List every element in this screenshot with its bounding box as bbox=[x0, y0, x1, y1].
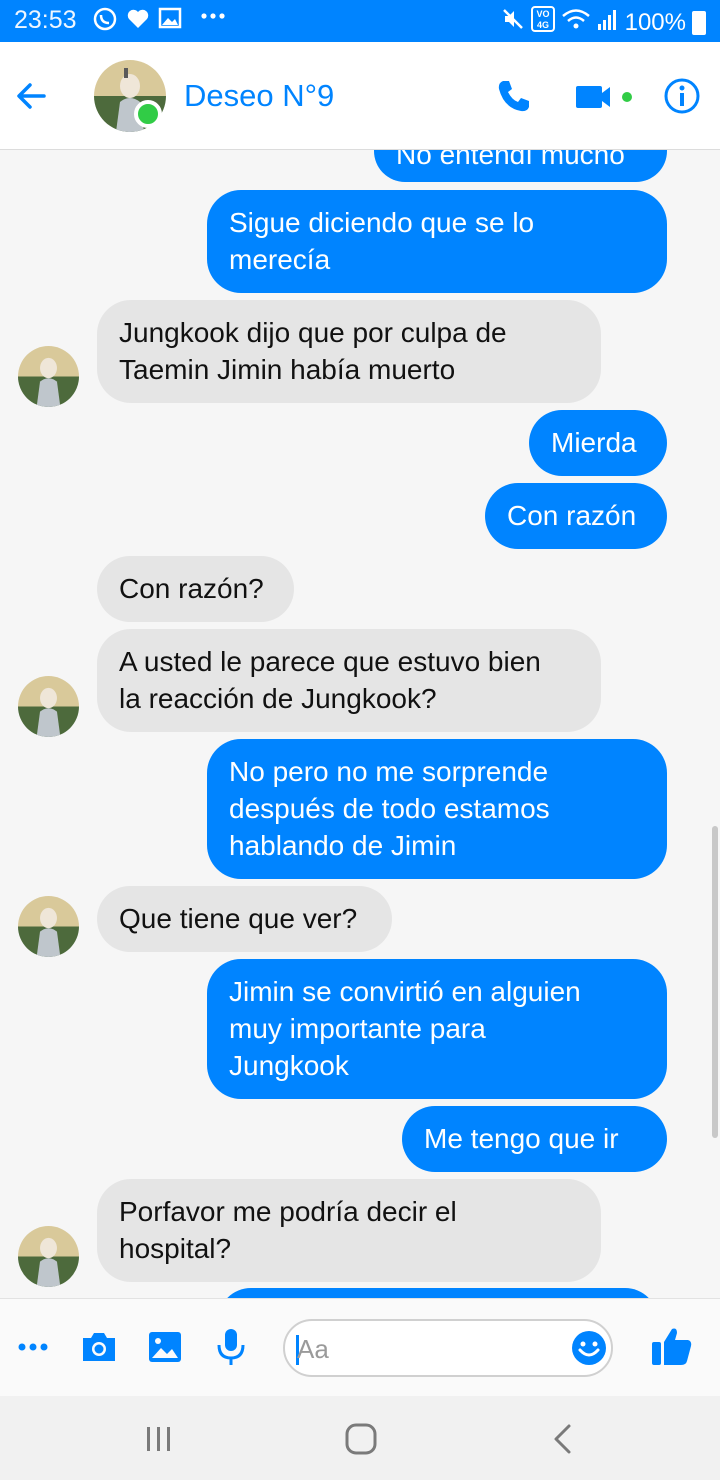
phone-call-icon[interactable] bbox=[494, 76, 534, 121]
message-outgoing[interactable]: No entendí mucho bbox=[374, 150, 667, 182]
wifi-icon bbox=[561, 7, 591, 38]
video-call-icon[interactable] bbox=[574, 76, 640, 121]
message-text: Me tengo que ir bbox=[424, 1123, 619, 1154]
whatsapp-icon bbox=[92, 6, 118, 37]
message-outgoing-partial[interactable] bbox=[218, 1288, 658, 1298]
microphone-icon[interactable] bbox=[214, 1327, 248, 1372]
message-text: A usted le parece que estuvo bien bbox=[119, 646, 541, 677]
message-text: Porfavor me podría decir el bbox=[119, 1196, 457, 1227]
status-right: VO 4G 100% bbox=[501, 6, 706, 39]
sender-avatar[interactable] bbox=[18, 896, 79, 957]
system-nav-bar bbox=[0, 1396, 720, 1480]
scrollbar[interactable] bbox=[712, 826, 718, 1138]
message-text: hospital? bbox=[119, 1233, 232, 1264]
signal-icon bbox=[597, 7, 619, 38]
message-incoming[interactable]: Con razón? bbox=[97, 556, 294, 622]
heart-icon bbox=[126, 6, 150, 37]
message-text: Con razón bbox=[507, 500, 637, 531]
conversation-header: Deseo N°9 bbox=[0, 42, 720, 150]
thumbs-up-icon[interactable] bbox=[650, 1325, 694, 1372]
svg-text:VO: VO bbox=[536, 9, 549, 19]
message-text: después de todo estamos bbox=[229, 793, 550, 824]
message-incoming[interactable]: Jungkook dijo que por culpa de Taemin Ji… bbox=[97, 300, 601, 403]
message-text: No entendí mucho bbox=[396, 150, 625, 170]
message-list[interactable]: No entendí mucho Sigue diciendo que se l… bbox=[0, 150, 720, 1298]
gallery-icon[interactable] bbox=[147, 1329, 183, 1370]
message-incoming[interactable]: A usted le parece que estuvo bien la rea… bbox=[97, 629, 601, 732]
mute-icon bbox=[501, 7, 525, 38]
message-input[interactable] bbox=[297, 1331, 557, 1367]
message-text: Jungkook dijo que por culpa de bbox=[119, 317, 507, 348]
message-outgoing[interactable]: Mierda bbox=[529, 410, 667, 476]
more-icon bbox=[200, 0, 226, 29]
message-text: Jungkook bbox=[229, 1050, 349, 1081]
contact-name[interactable]: Deseo N°9 bbox=[184, 78, 334, 114]
message-outgoing[interactable]: Jimin se convirtió en alguien muy import… bbox=[207, 959, 667, 1099]
message-outgoing[interactable]: Con razón bbox=[485, 483, 667, 549]
back-arrow-icon[interactable] bbox=[12, 76, 52, 116]
status-time: 23:53 bbox=[14, 6, 77, 34]
message-text: muy importante para bbox=[229, 1013, 486, 1044]
message-text: merecía bbox=[229, 244, 331, 275]
battery-icon bbox=[692, 10, 706, 35]
info-icon[interactable] bbox=[662, 76, 702, 121]
more-options-icon[interactable] bbox=[18, 1335, 50, 1364]
message-text: Sigue diciendo que se lo bbox=[229, 207, 535, 238]
message-text: Jimin se convirtió en alguien bbox=[229, 976, 581, 1007]
message-text: la reacción de Jungkook? bbox=[119, 683, 437, 714]
message-text: Taemin Jimin había muerto bbox=[119, 354, 456, 385]
message-text: Mierda bbox=[551, 427, 637, 458]
svg-text:4G: 4G bbox=[537, 20, 549, 30]
status-bar: 23:53 VO 4G 100% bbox=[0, 0, 720, 42]
message-outgoing[interactable]: Me tengo que ir bbox=[402, 1106, 667, 1172]
online-status-dot bbox=[134, 100, 162, 128]
sender-avatar[interactable] bbox=[18, 346, 79, 407]
message-incoming[interactable]: Que tiene que ver? bbox=[97, 886, 392, 952]
message-outgoing[interactable]: No pero no me sorprende después de todo … bbox=[207, 739, 667, 879]
volte-icon: VO 4G bbox=[530, 6, 555, 39]
message-text: Con razón? bbox=[119, 573, 264, 604]
message-incoming[interactable]: Porfavor me podría decir el hospital? bbox=[97, 1179, 601, 1282]
message-text: hablando de Jimin bbox=[229, 830, 457, 861]
composer-bar bbox=[0, 1298, 720, 1396]
camera-icon[interactable] bbox=[80, 1329, 118, 1370]
gallery-icon bbox=[158, 6, 182, 35]
battery-percent: 100% bbox=[624, 8, 686, 36]
home-icon[interactable] bbox=[344, 1422, 378, 1461]
back-nav-icon[interactable] bbox=[548, 1422, 578, 1461]
message-input-box[interactable] bbox=[283, 1319, 613, 1377]
message-outgoing[interactable]: Sigue diciendo que se lo merecía bbox=[207, 190, 667, 293]
message-text: Que tiene que ver? bbox=[119, 903, 358, 934]
recent-apps-icon[interactable] bbox=[144, 1424, 174, 1459]
sender-avatar[interactable] bbox=[18, 676, 79, 737]
message-text: No pero no me sorprende bbox=[229, 756, 549, 787]
sender-avatar[interactable] bbox=[18, 1226, 79, 1287]
emoji-icon[interactable] bbox=[571, 1330, 607, 1371]
